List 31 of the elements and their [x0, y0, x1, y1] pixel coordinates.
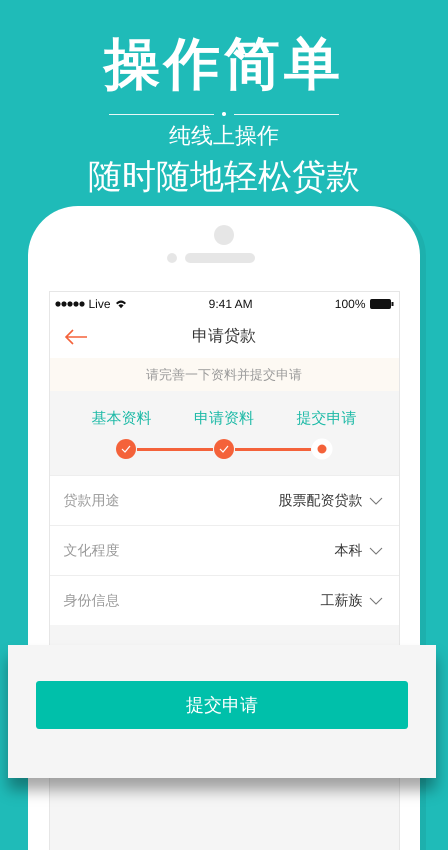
battery-icon [370, 298, 394, 308]
camera-icon [214, 225, 234, 245]
dot-icon [222, 112, 226, 116]
form-row[interactable]: 身份信息 工薪族 [50, 575, 398, 625]
field-label: 贷款用途 [64, 492, 120, 510]
field-value: 股票配资贷款 [278, 492, 362, 510]
tagline: 随时随地轻松贷款 [88, 156, 360, 198]
form-row[interactable]: 贷款用途 股票配资贷款 [50, 475, 398, 525]
step-label: 基本资料 [92, 408, 152, 428]
back-arrow-icon [64, 329, 88, 345]
chevron-down-icon [368, 496, 382, 504]
status-time: 9:41 AM [208, 296, 253, 310]
field-value: 工薪族 [320, 592, 362, 610]
chevron-down-icon [368, 596, 382, 604]
step-label: 申请资料 [194, 408, 254, 428]
page-title: 申请贷款 [192, 326, 256, 347]
field-label: 文化程度 [64, 542, 120, 560]
signal-icon [54, 300, 84, 306]
notice-banner: 请完善一下资料并提交申请 [50, 358, 398, 391]
step-label: 提交申请 [296, 408, 356, 428]
headline: 操作简单 [104, 32, 344, 98]
chevron-down-icon [368, 546, 382, 554]
field-label: 身份信息 [64, 592, 120, 610]
battery-percent: 100% [334, 296, 366, 310]
sensor-icon [167, 253, 177, 263]
field-value: 本科 [334, 542, 362, 560]
form-row[interactable]: 文化程度 本科 [50, 525, 398, 575]
carrier-name: Live [88, 296, 111, 310]
wifi-icon [114, 298, 127, 308]
subtitle: 纯线上操作 [169, 123, 279, 151]
speaker-grille [185, 253, 255, 263]
